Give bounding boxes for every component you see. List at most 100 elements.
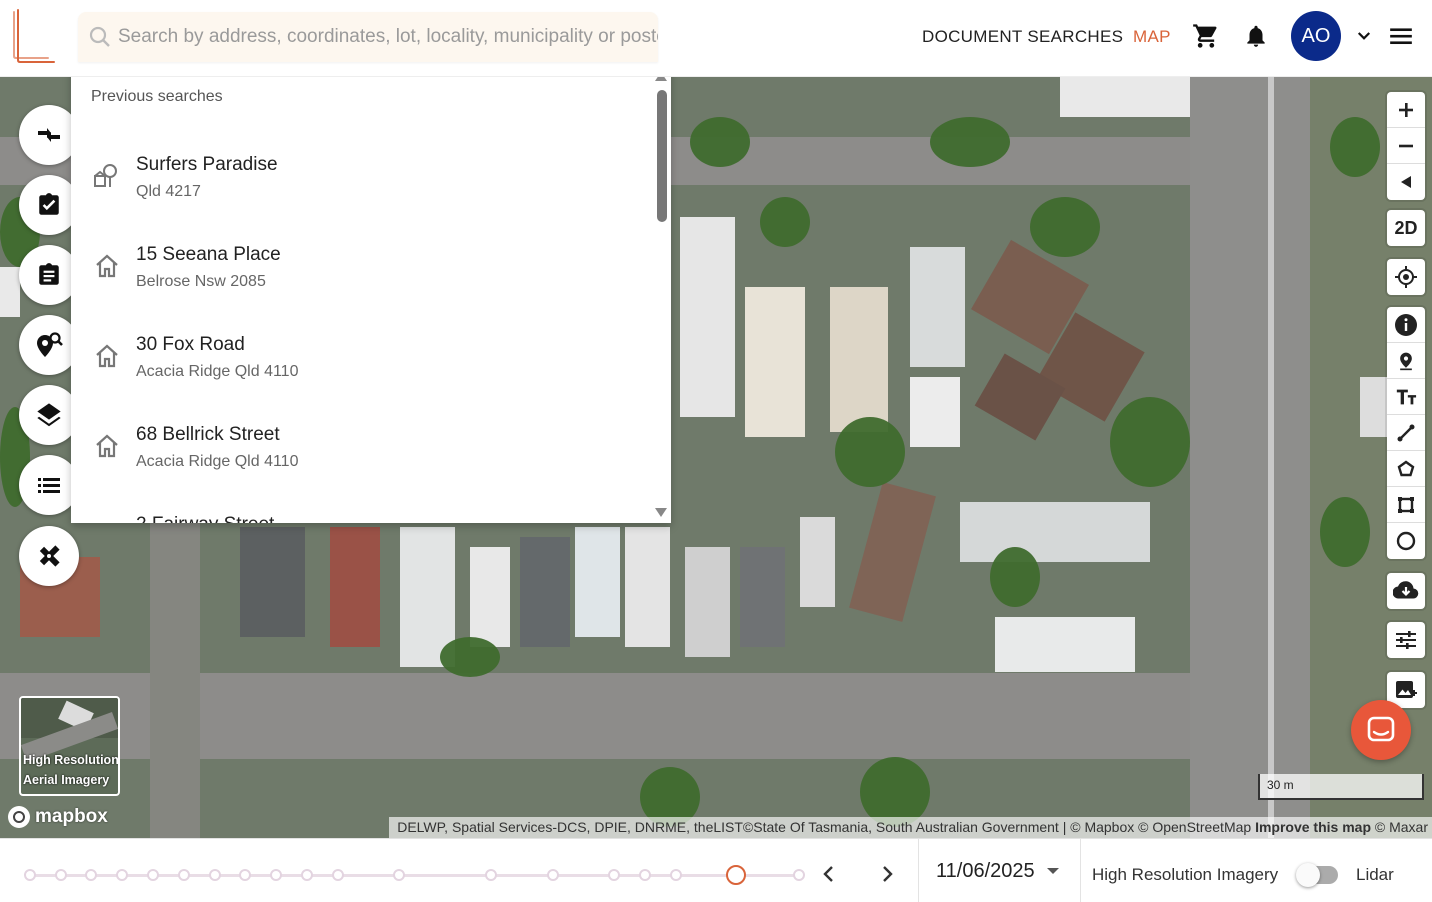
minus-icon <box>1399 144 1413 147</box>
timeline-selected-point[interactable] <box>726 865 746 885</box>
timeline-point[interactable] <box>670 869 682 881</box>
compass-button[interactable] <box>1387 164 1425 200</box>
assignment-check-icon <box>39 193 59 215</box>
download-button[interactable] <box>1387 573 1425 609</box>
chat-support-button[interactable] <box>1351 700 1411 760</box>
map-building <box>1060 77 1190 117</box>
circle-tool-button[interactable] <box>1387 523 1425 559</box>
scroll-down-arrow[interactable] <box>655 508 667 517</box>
line-tool-button[interactable] <box>1387 415 1425 451</box>
timeline-point[interactable] <box>147 869 159 881</box>
next-date-button[interactable] <box>878 861 898 887</box>
map-tree <box>990 547 1040 607</box>
map-scale: 30 m <box>1258 774 1424 800</box>
checklist-button[interactable] <box>19 175 79 235</box>
app-logo[interactable] <box>12 8 58 64</box>
caret-down-icon <box>1046 868 1059 874</box>
bell-icon[interactable] <box>1242 22 1270 50</box>
chat-icon <box>1367 716 1395 742</box>
hamburger-menu-icon[interactable] <box>1387 22 1415 50</box>
location-search-icon <box>37 332 63 357</box>
layer-settings-button[interactable] <box>1387 622 1425 658</box>
previous-search-item[interactable]: 68 Bellrick Street Acacia Ridge Qld 4110 <box>71 402 656 492</box>
map-tree <box>440 637 500 677</box>
previous-search-item[interactable]: 30 Fox Road Acacia Ridge Qld 4110 <box>71 312 656 402</box>
pin-button[interactable] <box>1387 343 1425 379</box>
mapbox-logo[interactable]: mapbox <box>8 806 108 828</box>
zoom-in-button[interactable] <box>1387 92 1425 128</box>
previous-search-item[interactable]: Surfers Paradise Qld 4217 <box>71 132 656 222</box>
timeline-point[interactable] <box>332 869 344 881</box>
map-tree <box>1110 397 1190 487</box>
rectangle-tool-button[interactable] <box>1387 487 1425 523</box>
polygon-tool-button[interactable] <box>1387 451 1425 487</box>
timeline-point[interactable] <box>793 869 805 881</box>
imagery-timeline[interactable] <box>24 865 805 885</box>
timeline-point[interactable] <box>209 869 221 881</box>
text-tool-button[interactable] <box>1387 379 1425 415</box>
map-road-marking <box>1268 77 1274 838</box>
map-building <box>330 527 380 647</box>
previous-search-item[interactable]: 2 Fairway Street <box>71 492 656 523</box>
map-scale-label: 30 m <box>1267 778 1294 792</box>
previous-search-item[interactable]: 15 Seeana Place Belrose Nsw 2085 <box>71 222 656 312</box>
compare-button[interactable] <box>19 105 79 165</box>
date-value: 11/06/2025 <box>936 859 1035 882</box>
app-header: DOCUMENT SEARCHES MAP AO <box>0 0 1432 77</box>
map-attribution: DELWP, Spatial Services-DCS, DPIE, DNRME… <box>389 817 1432 838</box>
timeline-point[interactable] <box>24 869 36 881</box>
location-search-button[interactable] <box>19 315 79 375</box>
timeline-point[interactable] <box>547 869 559 881</box>
measure-tools-button[interactable] <box>19 526 79 586</box>
timeline-point[interactable] <box>301 869 313 881</box>
nav-map[interactable]: MAP <box>1133 27 1171 47</box>
scroll-thumb[interactable] <box>657 90 667 222</box>
timeline-point[interactable] <box>608 869 620 881</box>
timeline-point[interactable] <box>393 869 405 881</box>
lidar-toggle[interactable] <box>1296 863 1338 887</box>
timeline-point[interactable] <box>270 869 282 881</box>
map-building <box>740 547 785 647</box>
cart-icon[interactable] <box>1192 22 1220 50</box>
timeline-point[interactable] <box>239 869 251 881</box>
draw-tools <box>1387 307 1425 559</box>
line-draw-icon <box>1397 424 1415 441</box>
sliders-icon <box>1396 631 1416 649</box>
timeline-point[interactable] <box>85 869 97 881</box>
user-avatar[interactable]: AO <box>1291 11 1341 61</box>
info-button[interactable] <box>1387 307 1425 343</box>
search-bar[interactable] <box>78 12 658 62</box>
timeline-point[interactable] <box>55 869 67 881</box>
nav-document-searches[interactable]: DOCUMENT SEARCHES <box>922 27 1123 47</box>
plus-icon <box>1399 102 1413 117</box>
layers-button[interactable] <box>19 385 79 445</box>
previous-date-button[interactable] <box>818 861 838 887</box>
crosshair-icon <box>1395 266 1417 288</box>
map-building <box>995 617 1135 672</box>
map-building <box>685 547 730 657</box>
cloud-download-icon <box>1393 581 1419 599</box>
reports-button[interactable] <box>19 245 79 305</box>
dropdown-scrollbar[interactable] <box>655 66 671 523</box>
map-building <box>575 527 620 637</box>
toggle-2d-button[interactable]: 2D <box>1387 210 1425 246</box>
timeline-point[interactable] <box>116 869 128 881</box>
home-icon <box>96 344 118 368</box>
zoom-out-button[interactable] <box>1387 128 1425 164</box>
timeline-point[interactable] <box>639 869 651 881</box>
geolocate-button[interactable] <box>1387 259 1425 295</box>
list-button[interactable] <box>19 455 79 515</box>
timeline-point[interactable] <box>485 869 497 881</box>
home-icon <box>96 254 118 278</box>
improve-map-link[interactable]: Improve this map <box>1255 819 1371 835</box>
search-input[interactable] <box>118 13 658 61</box>
chevron-left-icon <box>823 866 833 882</box>
imagery-layer-thumbnail[interactable]: High Resolution Aerial Imagery <box>19 696 120 796</box>
chevron-down-icon[interactable] <box>1350 22 1378 50</box>
date-select[interactable]: 11/06/2025 <box>918 839 1081 902</box>
previous-search-title: 15 Seeana Place <box>136 244 281 265</box>
layers-icon <box>37 403 61 427</box>
map-building <box>910 247 965 367</box>
previous-search-subtitle: Acacia Ridge Qld 4110 <box>136 363 299 380</box>
timeline-point[interactable] <box>178 869 190 881</box>
